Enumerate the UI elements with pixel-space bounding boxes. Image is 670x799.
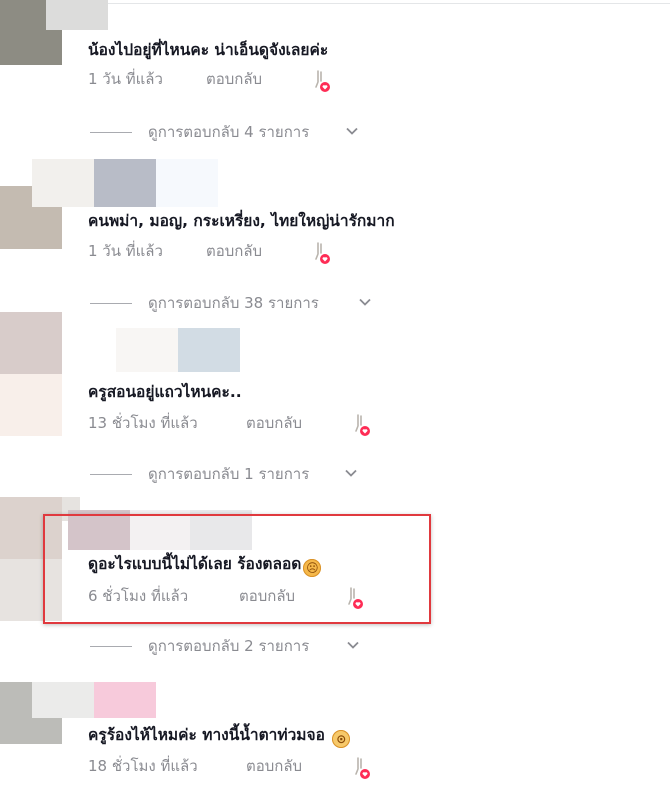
chevron-down-icon (345, 469, 357, 477)
chevron-down-icon (359, 298, 371, 306)
creator-liked-icon (315, 242, 330, 264)
top-divider (108, 3, 670, 4)
censored-username (178, 328, 240, 372)
comment-meta: 1 วัน ที่แล้ว ตอบกลับ (88, 68, 338, 92)
view-replies-button[interactable]: ดูการตอบกลับ 2 รายการ (90, 635, 380, 657)
censored-username (46, 0, 108, 30)
avatar[interactable] (0, 312, 62, 374)
view-replies-button[interactable]: ดูการตอบกลับ 38 รายการ (90, 292, 390, 314)
highlight-box (43, 514, 431, 624)
censored-username (116, 328, 178, 372)
flushed-face-icon: ⊙ (332, 730, 351, 748)
comment-text-content: ครูร้องไห้ไหมค่ะ ทางนี้น้ำตาท่วมจอ (88, 726, 325, 744)
view-replies-label: ดูการตอบกลับ 2 รายการ (148, 637, 310, 655)
reply-button[interactable]: ตอบกลับ (206, 68, 262, 90)
view-replies-label: ดูการตอบกลับ 38 รายการ (148, 294, 319, 312)
reply-button[interactable]: ตอบกลับ (206, 240, 262, 262)
reply-button[interactable]: ตอบกลับ (246, 412, 302, 434)
comment-time: 1 วัน ที่แล้ว (88, 242, 163, 260)
avatar (0, 374, 62, 436)
comment-text: ครูสอนอยู่แถวไหนคะ.. (88, 383, 242, 401)
comment-meta: 18 ชั่วโมง ที่แล้ว ตอบกลับ (88, 755, 378, 779)
comment-meta: 1 วัน ที่แล้ว ตอบกลับ (88, 240, 338, 264)
reply-button[interactable]: ตอบกลับ (246, 755, 302, 777)
comment-time: 1 วัน ที่แล้ว (88, 70, 163, 88)
view-replies-label: ดูการตอบกลับ 4 รายการ (148, 123, 310, 141)
view-replies-button[interactable]: ดูการตอบกลับ 4 รายการ (90, 121, 380, 143)
comment-text: คนพม่า, มอญ, กระเหรี่ยง, ไทยใหญ่น่ารักมา… (88, 212, 395, 230)
divider-dash (90, 646, 132, 647)
censored-username (94, 682, 156, 718)
chevron-down-icon (346, 127, 358, 135)
view-replies-button[interactable]: ดูการตอบกลับ 1 รายการ (90, 463, 380, 485)
creator-liked-icon (355, 414, 370, 436)
censored-username (94, 159, 156, 207)
comment-time: 13 ชั่วโมง ที่แล้ว (88, 414, 198, 432)
comment-text: ครูร้องไห้ไหมค่ะ ทางนี้น้ำตาท่วมจอ ⊙ (88, 725, 351, 748)
comment-meta: 13 ชั่วโมง ที่แล้ว ตอบกลับ (88, 412, 378, 436)
censored-username (156, 159, 218, 207)
creator-liked-icon (355, 757, 370, 779)
divider-dash (90, 303, 132, 304)
comment-text: น้องไปอยู่ที่ไหนคะ น่าเอ็นดูจังเลยค่ะ (88, 41, 329, 59)
creator-liked-icon (315, 70, 330, 92)
divider-dash (90, 474, 132, 475)
censored-username (32, 159, 94, 207)
comment-time: 18 ชั่วโมง ที่แล้ว (88, 757, 198, 775)
divider-dash (90, 132, 132, 133)
view-replies-label: ดูการตอบกลับ 1 รายการ (148, 465, 310, 483)
censored-username (32, 682, 94, 718)
chevron-down-icon (347, 641, 359, 649)
